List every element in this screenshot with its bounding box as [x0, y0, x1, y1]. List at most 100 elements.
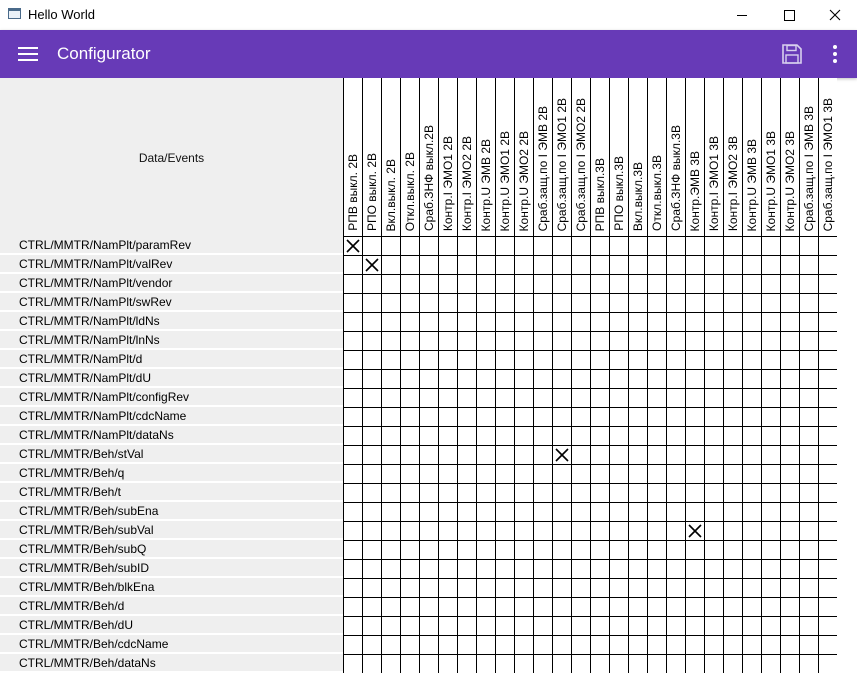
- matrix-cell[interactable]: [685, 616, 704, 635]
- matrix-cell[interactable]: [590, 426, 609, 445]
- column-header[interactable]: Контр.I ЭМО1 3В: [704, 78, 723, 236]
- matrix-cell[interactable]: [666, 236, 685, 255]
- matrix-cell[interactable]: [647, 464, 666, 483]
- matrix-cell[interactable]: [362, 407, 381, 426]
- matrix-cell[interactable]: [685, 483, 704, 502]
- row-header[interactable]: CTRL/MMTR/NamPlt/paramRev: [0, 236, 343, 254]
- matrix-cell[interactable]: [685, 426, 704, 445]
- matrix-cell[interactable]: [381, 616, 400, 635]
- matrix-cell[interactable]: [381, 521, 400, 540]
- matrix-cell[interactable]: [552, 483, 571, 502]
- matrix-cell[interactable]: [438, 578, 457, 597]
- matrix-cell[interactable]: [590, 464, 609, 483]
- matrix-cell[interactable]: [666, 559, 685, 578]
- matrix-cell[interactable]: [362, 293, 381, 312]
- matrix-cell[interactable]: [590, 578, 609, 597]
- matrix-cell[interactable]: [362, 540, 381, 559]
- matrix-cell[interactable]: [780, 578, 799, 597]
- matrix-cell[interactable]: [666, 388, 685, 407]
- matrix-cell[interactable]: [628, 597, 647, 616]
- matrix-cell[interactable]: [343, 578, 362, 597]
- matrix-cell[interactable]: [666, 464, 685, 483]
- matrix-cell[interactable]: [647, 540, 666, 559]
- row-header[interactable]: CTRL/MMTR/NamPlt/configRev: [0, 388, 343, 406]
- matrix-cell[interactable]: [761, 559, 780, 578]
- matrix-cell[interactable]: [552, 597, 571, 616]
- matrix-cell[interactable]: [400, 578, 419, 597]
- matrix-cell[interactable]: [343, 274, 362, 293]
- matrix-cell[interactable]: [533, 236, 552, 255]
- row-header[interactable]: CTRL/MMTR/Beh/cdcName: [0, 635, 343, 653]
- matrix-cell[interactable]: [438, 559, 457, 578]
- matrix-cell[interactable]: [552, 521, 571, 540]
- column-header[interactable]: РПО выкл. 2В: [362, 78, 381, 236]
- matrix-cell[interactable]: [780, 521, 799, 540]
- matrix-cell[interactable]: [419, 274, 438, 293]
- matrix-cell[interactable]: [495, 274, 514, 293]
- matrix-cell[interactable]: [590, 312, 609, 331]
- matrix-cell[interactable]: [609, 597, 628, 616]
- matrix-cell[interactable]: [400, 502, 419, 521]
- matrix-cell[interactable]: [457, 388, 476, 407]
- matrix-cell[interactable]: [381, 312, 400, 331]
- matrix-cell[interactable]: [666, 312, 685, 331]
- matrix-cell[interactable]: [438, 236, 457, 255]
- matrix-cell[interactable]: [723, 407, 742, 426]
- matrix-cell[interactable]: [685, 578, 704, 597]
- matrix-cell[interactable]: [685, 369, 704, 388]
- matrix-cell[interactable]: [362, 388, 381, 407]
- matrix-cell[interactable]: [514, 635, 533, 654]
- matrix-cell[interactable]: [742, 578, 761, 597]
- matrix-cell[interactable]: [533, 540, 552, 559]
- matrix-cell[interactable]: [400, 274, 419, 293]
- matrix-cell[interactable]: [780, 331, 799, 350]
- matrix-cell[interactable]: [818, 369, 837, 388]
- matrix-cell[interactable]: [628, 369, 647, 388]
- matrix-cell[interactable]: [723, 236, 742, 255]
- column-header[interactable]: Контр.U ЭМО1 3В: [761, 78, 780, 236]
- matrix-cell[interactable]: [742, 635, 761, 654]
- matrix-cell[interactable]: [742, 540, 761, 559]
- matrix-cell[interactable]: [476, 654, 495, 673]
- row-header[interactable]: CTRL/MMTR/Beh/dataNs: [0, 654, 343, 672]
- matrix-cell[interactable]: [628, 540, 647, 559]
- matrix-cell[interactable]: [590, 445, 609, 464]
- matrix-cell[interactable]: [609, 635, 628, 654]
- matrix-cell[interactable]: [476, 255, 495, 274]
- matrix-cell[interactable]: [647, 654, 666, 673]
- matrix-cell[interactable]: [742, 559, 761, 578]
- matrix-cell[interactable]: [780, 654, 799, 673]
- matrix-cell[interactable]: [818, 255, 837, 274]
- matrix-cell[interactable]: [723, 502, 742, 521]
- matrix-cell[interactable]: [590, 597, 609, 616]
- matrix-cell[interactable]: [343, 312, 362, 331]
- row-header[interactable]: CTRL/MMTR/Beh/subVal: [0, 521, 343, 539]
- matrix-cell[interactable]: [780, 407, 799, 426]
- matrix-cell[interactable]: [590, 654, 609, 673]
- matrix-cell[interactable]: [362, 312, 381, 331]
- matrix-cell[interactable]: [723, 654, 742, 673]
- matrix-cell[interactable]: [799, 521, 818, 540]
- matrix-cell[interactable]: [438, 464, 457, 483]
- matrix-cell[interactable]: [723, 464, 742, 483]
- matrix-cell[interactable]: [742, 502, 761, 521]
- matrix-cell[interactable]: [514, 464, 533, 483]
- column-header[interactable]: Контр.U ЭМВ 3В: [742, 78, 761, 236]
- matrix-cell[interactable]: [590, 388, 609, 407]
- matrix-cell[interactable]: [457, 616, 476, 635]
- row-header[interactable]: CTRL/MMTR/NamPlt/ldNs: [0, 312, 343, 330]
- matrix-cell[interactable]: [723, 255, 742, 274]
- matrix-cell[interactable]: [514, 578, 533, 597]
- matrix-cell[interactable]: [400, 464, 419, 483]
- matrix-cell[interactable]: [761, 312, 780, 331]
- matrix-cell[interactable]: [609, 483, 628, 502]
- matrix-cell[interactable]: [343, 293, 362, 312]
- row-header[interactable]: CTRL/MMTR/Beh/q: [0, 464, 343, 482]
- column-header[interactable]: РПВ выкл. 2В: [343, 78, 362, 236]
- matrix-cell[interactable]: [818, 445, 837, 464]
- column-header[interactable]: Вкл.выкл.3В: [628, 78, 647, 236]
- matrix-cell[interactable]: [761, 426, 780, 445]
- matrix-cell[interactable]: [761, 274, 780, 293]
- column-header[interactable]: Сраб.защ.по I ЭМВ 3В: [799, 78, 818, 236]
- matrix-cell[interactable]: [343, 635, 362, 654]
